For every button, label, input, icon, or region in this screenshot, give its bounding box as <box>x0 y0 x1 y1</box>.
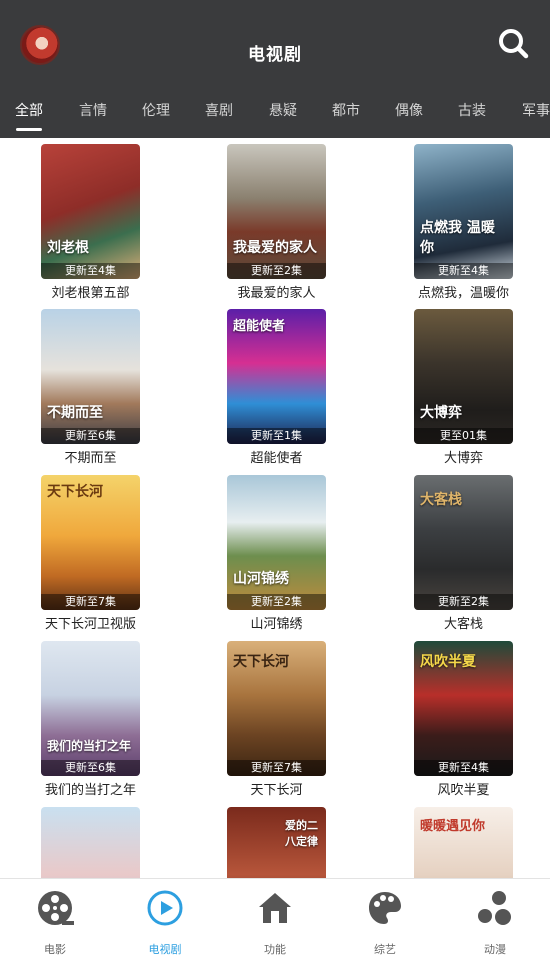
update-badge: 更至01集 <box>414 428 513 444</box>
show-poster[interactable]: 山河锦绣 更新至2集 <box>227 475 326 610</box>
show-poster[interactable]: 大博弈 更至01集 <box>414 309 513 444</box>
show-title: 天下长河 <box>250 783 303 798</box>
show-poster[interactable]: 风吹半夏 更新至4集 <box>414 641 513 776</box>
home-icon <box>259 893 291 923</box>
show-title: 刘老根第五部 <box>51 286 130 301</box>
show-grid: 刘老根 更新至4集 刘老根第五部 我最爱的家人 更新至2集 我最爱的家人 点燃我… <box>0 138 550 878</box>
active-tab-indicator <box>16 128 42 131</box>
show-poster[interactable] <box>41 807 140 878</box>
nav-label: 功能 <box>264 943 286 956</box>
app-header: 电视剧 全部 言情 伦理 喜剧 悬疑 都市 偶像 古装 军事 <box>0 0 550 138</box>
tab-idol[interactable]: 偶像 <box>395 100 423 120</box>
update-badge: 更新至2集 <box>414 594 513 610</box>
show-title: 我们的当打之年 <box>44 783 136 798</box>
show-poster[interactable]: 我最爱的家人 更新至2集 <box>227 144 326 279</box>
nav-label: 动漫 <box>484 943 506 956</box>
show-poster[interactable]: 刘老根 更新至4集 <box>41 144 140 279</box>
category-tabs: 全部 言情 伦理 喜剧 悬疑 都市 偶像 古装 军事 <box>0 88 550 134</box>
tab-urban[interactable]: 都市 <box>332 100 360 120</box>
show-title: 超能使者 <box>250 451 303 466</box>
nav-tv-series[interactable]: 电视剧 <box>110 879 220 960</box>
nav-movies[interactable]: 电影 <box>0 879 110 960</box>
search-icon <box>499 29 529 59</box>
palette-icon <box>369 892 401 924</box>
update-badge: 更新至6集 <box>41 760 140 776</box>
tab-suspense[interactable]: 悬疑 <box>269 100 297 120</box>
show-poster[interactable]: 点燃我 温暖你 更新至4集 <box>414 144 513 279</box>
page-title: 电视剧 <box>248 45 302 65</box>
bubbles-icon <box>478 891 511 925</box>
show-poster[interactable]: 天下长河 更新至7集 <box>227 641 326 776</box>
update-badge: 更新至7集 <box>41 594 140 610</box>
bottom-nav: 电影 电视剧 功能 综艺 动漫 <box>0 878 550 960</box>
show-title: 天下长河卫视版 <box>44 617 136 632</box>
show-poster[interactable]: 不期而至 更新至6集 <box>41 309 140 444</box>
play-circle-icon <box>147 890 183 926</box>
nav-label: 电视剧 <box>148 943 182 956</box>
tab-ethics[interactable]: 伦理 <box>142 100 170 120</box>
show-poster[interactable]: 我们的当打之年 更新至6集 <box>41 641 140 776</box>
show-poster[interactable]: 天下长河 更新至7集 <box>41 475 140 610</box>
tab-military[interactable]: 军事 <box>522 100 550 120</box>
show-poster[interactable]: 爱的二八定律 <box>227 807 326 878</box>
nav-label: 综艺 <box>374 943 396 956</box>
tab-romance[interactable]: 言情 <box>79 100 107 120</box>
update-badge: 更新至4集 <box>41 263 140 279</box>
tab-comedy[interactable]: 喜剧 <box>205 100 233 120</box>
update-badge: 更新至2集 <box>227 263 326 279</box>
tab-costume[interactable]: 古装 <box>458 100 486 120</box>
update-badge: 更新至7集 <box>227 760 326 776</box>
show-title: 我最爱的家人 <box>237 286 316 301</box>
show-title: 点燃我，温暖你 <box>417 286 509 301</box>
nav-functions[interactable]: 功能 <box>220 879 330 960</box>
nav-variety[interactable]: 综艺 <box>330 879 440 960</box>
update-badge: 更新至6集 <box>41 428 140 444</box>
update-badge: 更新至1集 <box>227 428 326 444</box>
show-title: 山河锦绣 <box>250 617 303 632</box>
nav-anime[interactable]: 动漫 <box>440 879 550 960</box>
show-poster[interactable]: 暖暖遇见你 <box>414 807 513 878</box>
update-badge: 更新至2集 <box>227 594 326 610</box>
search-button[interactable] <box>496 26 530 60</box>
tab-all[interactable]: 全部 <box>15 100 43 120</box>
nav-label: 电影 <box>44 943 66 956</box>
show-title: 大客栈 <box>443 617 483 632</box>
show-title: 不期而至 <box>64 451 117 466</box>
update-badge: 更新至4集 <box>414 263 513 279</box>
show-title: 大博弈 <box>443 451 483 466</box>
show-poster[interactable]: 大客栈 更新至2集 <box>414 475 513 610</box>
film-reel-icon <box>38 891 74 925</box>
show-title: 风吹半夏 <box>437 783 490 798</box>
show-poster[interactable]: 超能使者 更新至1集 <box>227 309 326 444</box>
update-badge: 更新至4集 <box>414 760 513 776</box>
